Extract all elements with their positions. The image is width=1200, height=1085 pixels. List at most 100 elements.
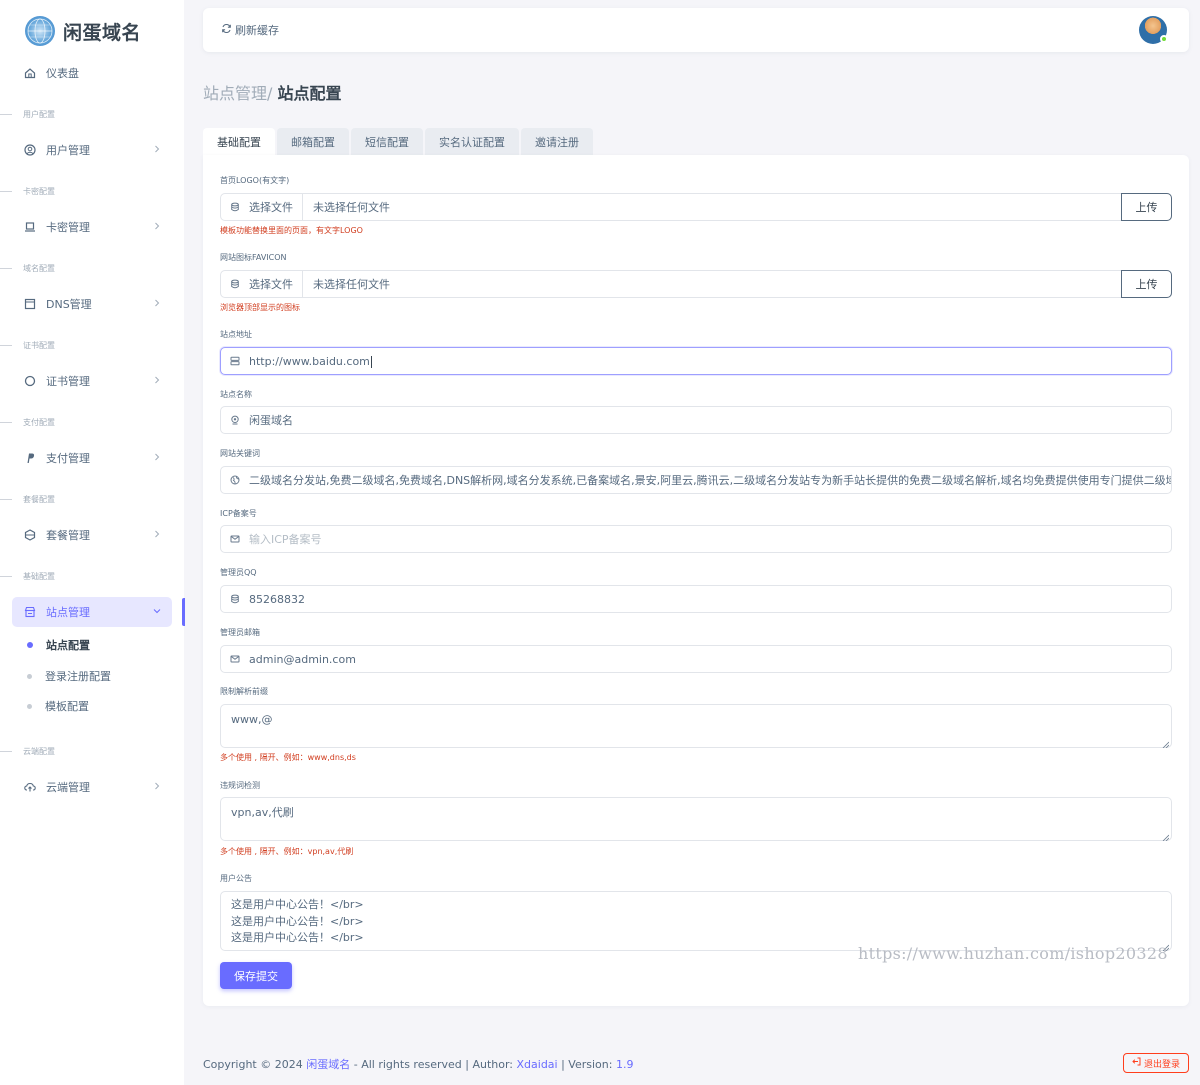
- page-title: 站点管理/ 站点配置: [203, 80, 342, 104]
- sidebar-subitem-template-config[interactable]: 模板配置: [27, 696, 89, 716]
- notice-textarea[interactable]: 这是用户中心公告！</br> 这是用户中心公告！</br> 这是用户中心公告！<…: [220, 891, 1172, 952]
- section-label: 卡密配置: [23, 186, 55, 196]
- refresh-label: 刷新缓存: [235, 24, 279, 37]
- sidebar-subitem-login-config[interactable]: 登录注册配置: [27, 666, 111, 686]
- section-pay: 支付配置: [0, 415, 184, 429]
- logout-label: 退出登录: [1143, 1059, 1180, 1070]
- brand-name: 闲蛋域名: [63, 21, 142, 44]
- qq-label: 管理员QQ: [220, 568, 257, 577]
- sidebar-item-label: 站点管理: [46, 606, 90, 619]
- chevron-right-icon: [152, 375, 162, 385]
- sidebar-item-cloud[interactable]: 云端管理: [12, 772, 172, 802]
- footer: Copyright © 2024 闲蛋域名 - All rights reser…: [203, 1056, 633, 1072]
- prefix-textarea[interactable]: www,@: [220, 704, 1172, 749]
- logo-upload-button[interactable]: 上传: [1121, 193, 1172, 221]
- notice-line: 这是用户中心公告！</br>: [231, 914, 364, 928]
- tab-basic[interactable]: 基础配置: [203, 128, 275, 155]
- circle-icon: [24, 375, 36, 387]
- qq-value: 85268832: [249, 592, 305, 606]
- banned-help: 多个使用 , 隔开、例如：vpn,av,代刷: [220, 847, 354, 856]
- section-domain: 域名配置: [0, 261, 184, 275]
- breadcrumb-parent: 站点管理/: [203, 84, 273, 103]
- banned-words-textarea[interactable]: vpn,av,代刷: [220, 797, 1172, 842]
- topbar: 刷新缓存: [203, 8, 1189, 52]
- sidebar-item-label: 支付管理: [46, 452, 90, 465]
- database-icon: [221, 271, 249, 297]
- database-icon: [221, 194, 249, 220]
- brand[interactable]: 闲蛋域名: [25, 15, 141, 47]
- sidebar-item-label: DNS管理: [46, 298, 92, 311]
- laptop-icon: [24, 221, 36, 233]
- refresh-icon: [221, 23, 235, 37]
- banned-label: 违规词检测: [220, 781, 260, 790]
- section-plan: 套餐配置: [0, 492, 184, 506]
- section-label: 云端配置: [23, 746, 55, 756]
- tab-sms[interactable]: 短信配置: [351, 128, 423, 155]
- notice-label: 用户公告: [220, 874, 252, 883]
- watermark: https://www.huzhan.com/ishop20328: [858, 944, 1168, 963]
- site-name-value: 闲蛋域名: [249, 414, 293, 427]
- favicon-file-input[interactable]: 选择文件 未选择任何文件 上传: [220, 270, 1172, 298]
- email-value: admin@admin.com: [249, 652, 356, 666]
- tab-email[interactable]: 邮箱配置: [277, 128, 349, 155]
- tab-invite[interactable]: 邀请注册: [521, 128, 593, 155]
- subitem-label: 站点配置: [46, 639, 90, 652]
- resize-grip-icon[interactable]: [1162, 738, 1170, 749]
- subitem-label: 登录注册配置: [45, 670, 111, 683]
- tab-realname[interactable]: 实名认证配置: [425, 128, 519, 155]
- chevron-right-icon: [152, 221, 162, 231]
- choose-file-button[interactable]: 选择文件: [249, 271, 303, 297]
- sidebar-item-dashboard[interactable]: 仪表盘: [12, 58, 172, 88]
- user-circle-icon: [24, 144, 36, 156]
- sidebar-item-cards[interactable]: 卡密管理: [12, 212, 172, 242]
- globe-logo-icon: [25, 16, 55, 46]
- file-name: 未选择任何文件: [313, 278, 390, 291]
- resize-grip-icon[interactable]: [1162, 831, 1170, 842]
- sidebar-item-certs[interactable]: 证书管理: [12, 366, 172, 396]
- logout-icon: [1132, 1057, 1144, 1069]
- section-label: 套餐配置: [23, 494, 55, 504]
- site-link[interactable]: 闲蛋域名: [306, 1056, 350, 1072]
- config-tabs: 基础配置 邮箱配置 短信配置 实名认证配置 邀请注册: [203, 128, 595, 155]
- sidebar-item-plans[interactable]: 套餐管理: [12, 520, 172, 550]
- email-input[interactable]: admin@admin.com: [220, 645, 1172, 673]
- section-user: 用户配置: [0, 107, 184, 121]
- sidebar-item-users[interactable]: 用户管理: [12, 135, 172, 165]
- site-url-input[interactable]: http://www.baidu.com: [220, 347, 1172, 375]
- sidebar-item-label: 套餐管理: [46, 529, 90, 542]
- copyright-text: Copyright © 2024: [203, 1057, 303, 1071]
- paypal-icon: [24, 452, 36, 464]
- sidebar-item-payments[interactable]: 支付管理: [12, 443, 172, 473]
- site-url-value: http://www.baidu.com: [249, 354, 370, 368]
- refresh-cache-button[interactable]: 刷新缓存: [221, 22, 279, 38]
- logo-help: 模板功能替换里面的页面，有文字LOGO: [220, 226, 363, 235]
- sidebar-item-site[interactable]: 站点管理: [12, 597, 172, 627]
- logout-button[interactable]: 退出登录: [1123, 1053, 1189, 1073]
- package-icon: [24, 529, 36, 541]
- icp-placeholder: 输入ICP备案号: [249, 533, 322, 546]
- site-url-label: 站点地址: [220, 330, 252, 339]
- keywords-value: 二级域名分发站,免费二级域名,免费域名,DNS解析网,域名分发系统,已备案域名,…: [249, 474, 1171, 487]
- favicon-upload-button[interactable]: 上传: [1121, 270, 1172, 298]
- sidebar-item-dns[interactable]: DNS管理: [12, 289, 172, 319]
- section-basic: 基础配置: [0, 569, 184, 583]
- mail-icon: [221, 646, 249, 672]
- mail-icon: [221, 526, 249, 552]
- qq-input[interactable]: 85268832: [220, 585, 1172, 613]
- author-link[interactable]: Xdaidai: [517, 1058, 558, 1071]
- avatar[interactable]: [1139, 16, 1168, 44]
- save-submit-button[interactable]: 保存提交: [220, 962, 292, 989]
- file-name: 未选择任何文件: [313, 201, 390, 214]
- logo-file-input[interactable]: 选择文件 未选择任何文件 上传: [220, 193, 1172, 221]
- window-icon: [24, 298, 36, 310]
- email-label: 管理员邮箱: [220, 628, 260, 637]
- active-indicator: [182, 598, 185, 626]
- choose-file-button[interactable]: 选择文件: [249, 194, 303, 220]
- keywords-input[interactable]: 二级域名分发站,免费二级域名,免费域名,DNS解析网,域名分发系统,已备案域名,…: [220, 466, 1172, 494]
- logo-label: 首页LOGO(有文字): [220, 176, 290, 185]
- site-name-input[interactable]: 闲蛋域名: [220, 406, 1172, 434]
- sidebar-subitem-site-config[interactable]: 站点配置: [27, 635, 90, 655]
- sidebar-item-label: 仪表盘: [46, 67, 79, 80]
- chevron-right-icon: [152, 144, 162, 154]
- icp-input[interactable]: 输入ICP备案号: [220, 525, 1172, 553]
